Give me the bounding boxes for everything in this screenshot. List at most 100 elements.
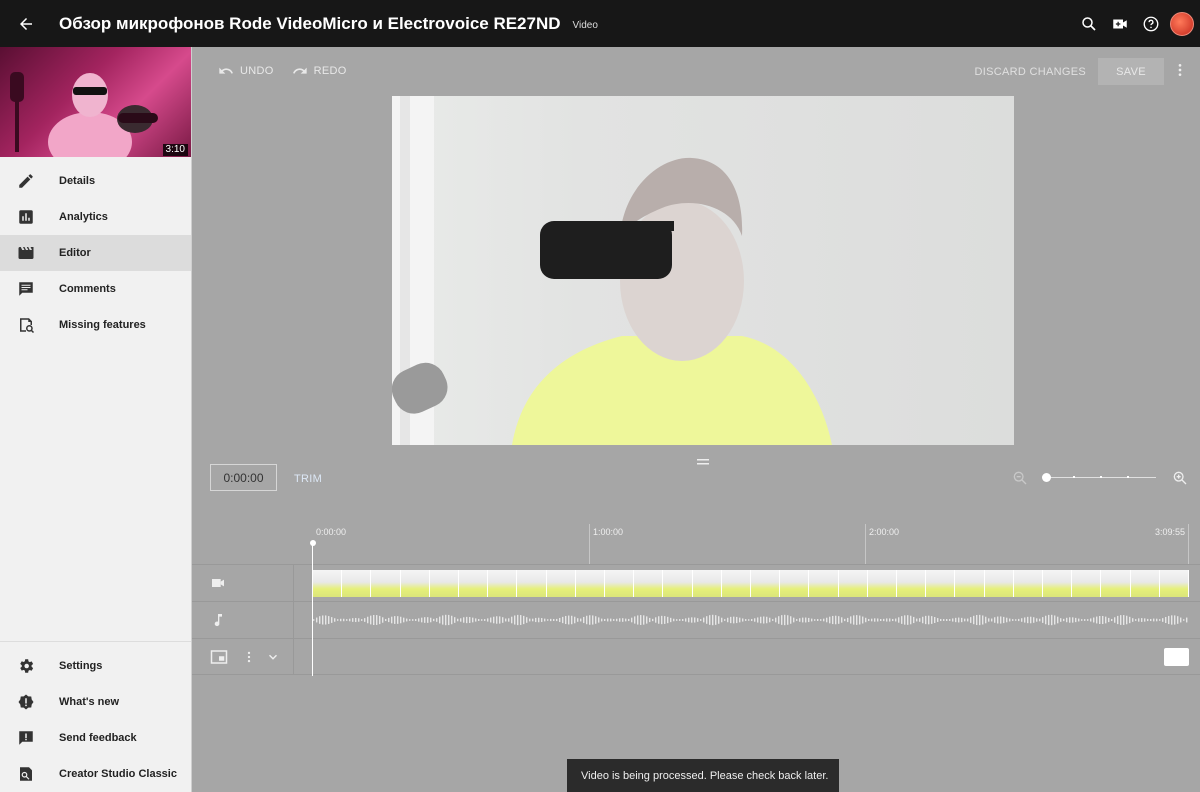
redo-button[interactable]: REDO bbox=[292, 63, 347, 79]
filmstrip-frame bbox=[429, 570, 460, 597]
waveform-bar bbox=[583, 616, 585, 624]
waveform-bar bbox=[862, 616, 864, 624]
waveform-bar bbox=[925, 615, 927, 625]
waveform-bar bbox=[337, 619, 339, 621]
waveform-bar bbox=[1096, 616, 1098, 624]
waveform-bar bbox=[577, 618, 579, 622]
sidebar-item-label: Creator Studio Classic bbox=[59, 768, 177, 780]
waveform-bar bbox=[382, 617, 384, 623]
zoom-in-button[interactable] bbox=[1172, 470, 1188, 491]
waveform-bar bbox=[751, 618, 753, 622]
sidebar-item-label: Send feedback bbox=[59, 732, 137, 744]
create-video-icon bbox=[1113, 19, 1127, 28]
sidebar-item-whats-new[interactable]: What's new bbox=[0, 684, 191, 720]
sidebar-item-comments[interactable]: Comments bbox=[0, 271, 191, 307]
waveform-bar bbox=[724, 619, 726, 621]
waveform-bar bbox=[1045, 615, 1047, 625]
waveform-bar bbox=[667, 616, 669, 624]
waveform-bar bbox=[1123, 615, 1125, 625]
waveform-bar bbox=[1183, 619, 1185, 621]
current-time-field[interactable]: 0:00:00 bbox=[210, 464, 277, 491]
create-video-button[interactable] bbox=[1105, 9, 1135, 39]
sidebar-item-send-feedback[interactable]: Send feedback bbox=[0, 720, 191, 756]
ruler-label: 1:00:00 bbox=[593, 527, 624, 537]
sidebar-item-label: Settings bbox=[59, 660, 103, 672]
waveform-bar bbox=[355, 617, 357, 623]
waveform-bar bbox=[481, 619, 483, 621]
waveform-bar bbox=[514, 615, 516, 625]
trim-button[interactable]: TRIM bbox=[294, 473, 322, 485]
video-duration: 3:10 bbox=[162, 144, 188, 156]
panel-resize-handle[interactable] bbox=[697, 452, 709, 470]
discard-changes-button[interactable]: DISCARD CHANGES bbox=[975, 66, 1086, 78]
chevron-down-icon[interactable] bbox=[266, 650, 280, 664]
filmstrip-frame bbox=[371, 570, 401, 597]
sidebar-item-creator-studio-classic[interactable]: Creator Studio Classic bbox=[0, 756, 191, 792]
waveform-bar bbox=[592, 615, 594, 625]
sidebar-item-editor[interactable]: Editor bbox=[0, 235, 191, 271]
waveform-bar bbox=[712, 614, 714, 626]
waveform-bar bbox=[922, 616, 924, 624]
waveform-bar bbox=[907, 615, 909, 625]
waveform-bar bbox=[859, 615, 861, 625]
zoom-slider-thumb[interactable] bbox=[1042, 473, 1051, 482]
waveform-bar bbox=[517, 614, 519, 626]
waveform-bar bbox=[928, 615, 930, 625]
playhead[interactable] bbox=[312, 543, 313, 676]
waveform-bar bbox=[508, 618, 510, 622]
more-vert-icon[interactable] bbox=[242, 650, 256, 664]
waveform-bar bbox=[1168, 615, 1170, 625]
video-thumbnail[interactable]: 3:10 bbox=[0, 47, 191, 157]
waveform-bar bbox=[487, 618, 489, 622]
waveform-bar bbox=[334, 618, 336, 622]
waveform-bar bbox=[811, 618, 813, 622]
waveform-bar bbox=[913, 616, 915, 624]
waveform-bar bbox=[901, 616, 903, 624]
video-preview[interactable] bbox=[392, 96, 1014, 445]
waveform-bar bbox=[814, 619, 816, 621]
sidebar-item-missing-features[interactable]: Missing features bbox=[0, 307, 191, 343]
sidebar-item-details[interactable]: Details bbox=[0, 163, 191, 199]
waveform-bar bbox=[418, 618, 420, 622]
more-options-button[interactable] bbox=[1172, 62, 1188, 83]
redo-icon bbox=[292, 67, 307, 74]
sidebar-item-label: Missing features bbox=[59, 319, 146, 331]
undo-button[interactable]: UNDO bbox=[218, 63, 274, 79]
waveform-bar bbox=[364, 618, 366, 622]
filmstrip-frame bbox=[780, 570, 810, 597]
sidebar-item-settings[interactable]: Settings bbox=[0, 648, 191, 684]
waveform-bar bbox=[358, 618, 360, 622]
sidebar-item-label: Editor bbox=[59, 247, 91, 259]
filmstrip-frame bbox=[575, 570, 606, 597]
waveform-bar bbox=[772, 619, 774, 621]
waveform-bar bbox=[769, 617, 771, 623]
audio-waveform[interactable] bbox=[313, 608, 1189, 632]
save-button[interactable]: SAVE bbox=[1098, 58, 1164, 85]
search-button[interactable] bbox=[1074, 9, 1104, 39]
waveform-bar bbox=[973, 615, 975, 625]
waveform-bar bbox=[1072, 617, 1074, 623]
thumbnail-image bbox=[10, 72, 158, 157]
end-screen-element[interactable] bbox=[1164, 648, 1189, 666]
video-filmstrip[interactable] bbox=[313, 570, 1189, 597]
waveform-bar bbox=[832, 615, 834, 625]
back-button[interactable] bbox=[0, 0, 52, 47]
waveform-bar bbox=[541, 618, 543, 622]
waveform-bar bbox=[1144, 618, 1146, 622]
avatar[interactable] bbox=[1170, 11, 1194, 36]
waveform-bar bbox=[325, 615, 327, 625]
waveform-bar bbox=[979, 614, 981, 626]
sidebar-item-analytics[interactable]: Analytics bbox=[0, 199, 191, 235]
waveform-bar bbox=[817, 619, 819, 621]
help-button[interactable] bbox=[1136, 9, 1166, 39]
waveform-bar bbox=[559, 617, 561, 623]
search-icon bbox=[1082, 16, 1096, 31]
zoom-out-button[interactable] bbox=[1012, 470, 1028, 491]
waveform-bar bbox=[703, 617, 705, 623]
ruler-label: 2:00:00 bbox=[869, 527, 900, 537]
waveform-bar bbox=[658, 616, 660, 624]
waveform-bar bbox=[466, 616, 468, 624]
waveform-bar bbox=[361, 619, 363, 621]
playhead-handle[interactable] bbox=[310, 540, 316, 546]
waveform-bar bbox=[391, 616, 393, 624]
